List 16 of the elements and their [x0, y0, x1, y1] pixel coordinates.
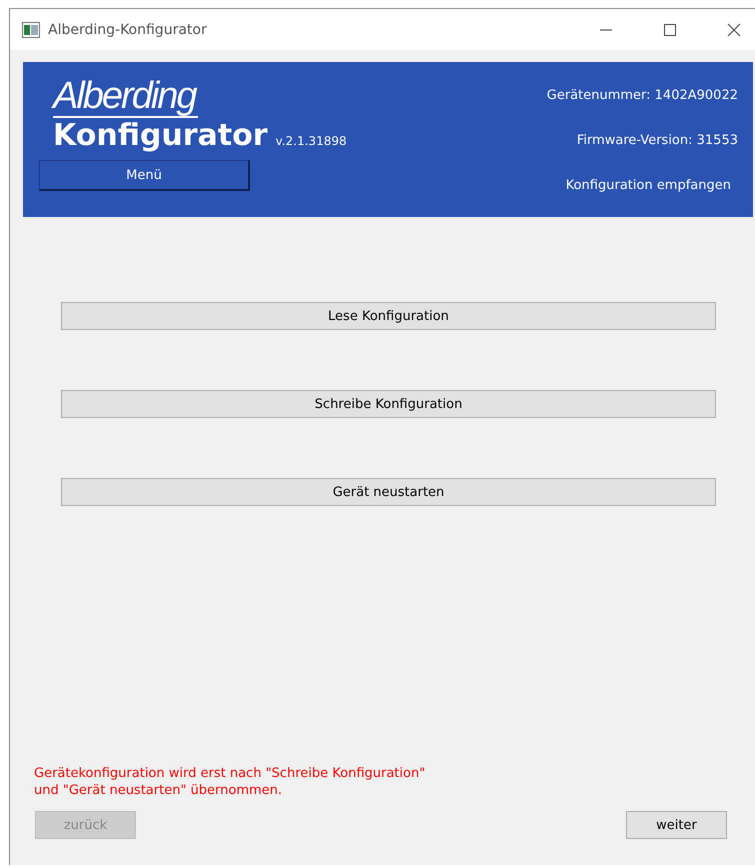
status-text: Konfiguration empfangen [566, 178, 731, 193]
version-label: v.2.1.31898 [276, 134, 347, 148]
app-icon [22, 22, 40, 38]
action-button[interactable]: Lese Konfiguration [61, 302, 716, 330]
app-title: Konfigurator [53, 118, 268, 154]
firmware-version: Firmware-Version: 31553 [576, 133, 738, 148]
info-message: Gerätekonfiguration wird erst nach "Schreibe Konfiguration" und "Gerät neustarten" übernommen. [34, 765, 426, 799]
action-button[interactable]: Schreibe Konfiguration [61, 390, 716, 418]
device-number: Gerätenummer: 1402A90022 [546, 88, 738, 103]
action-button[interactable]: Gerät neustarten [61, 478, 716, 506]
menu-button[interactable]: Menü [39, 160, 250, 191]
close-icon[interactable] [727, 22, 741, 36]
logo: Alberding [53, 76, 198, 118]
window-title: Alberding-Konfigurator [48, 22, 207, 38]
next-button[interactable]: weiter [626, 811, 727, 839]
maximize-icon[interactable] [663, 22, 677, 36]
